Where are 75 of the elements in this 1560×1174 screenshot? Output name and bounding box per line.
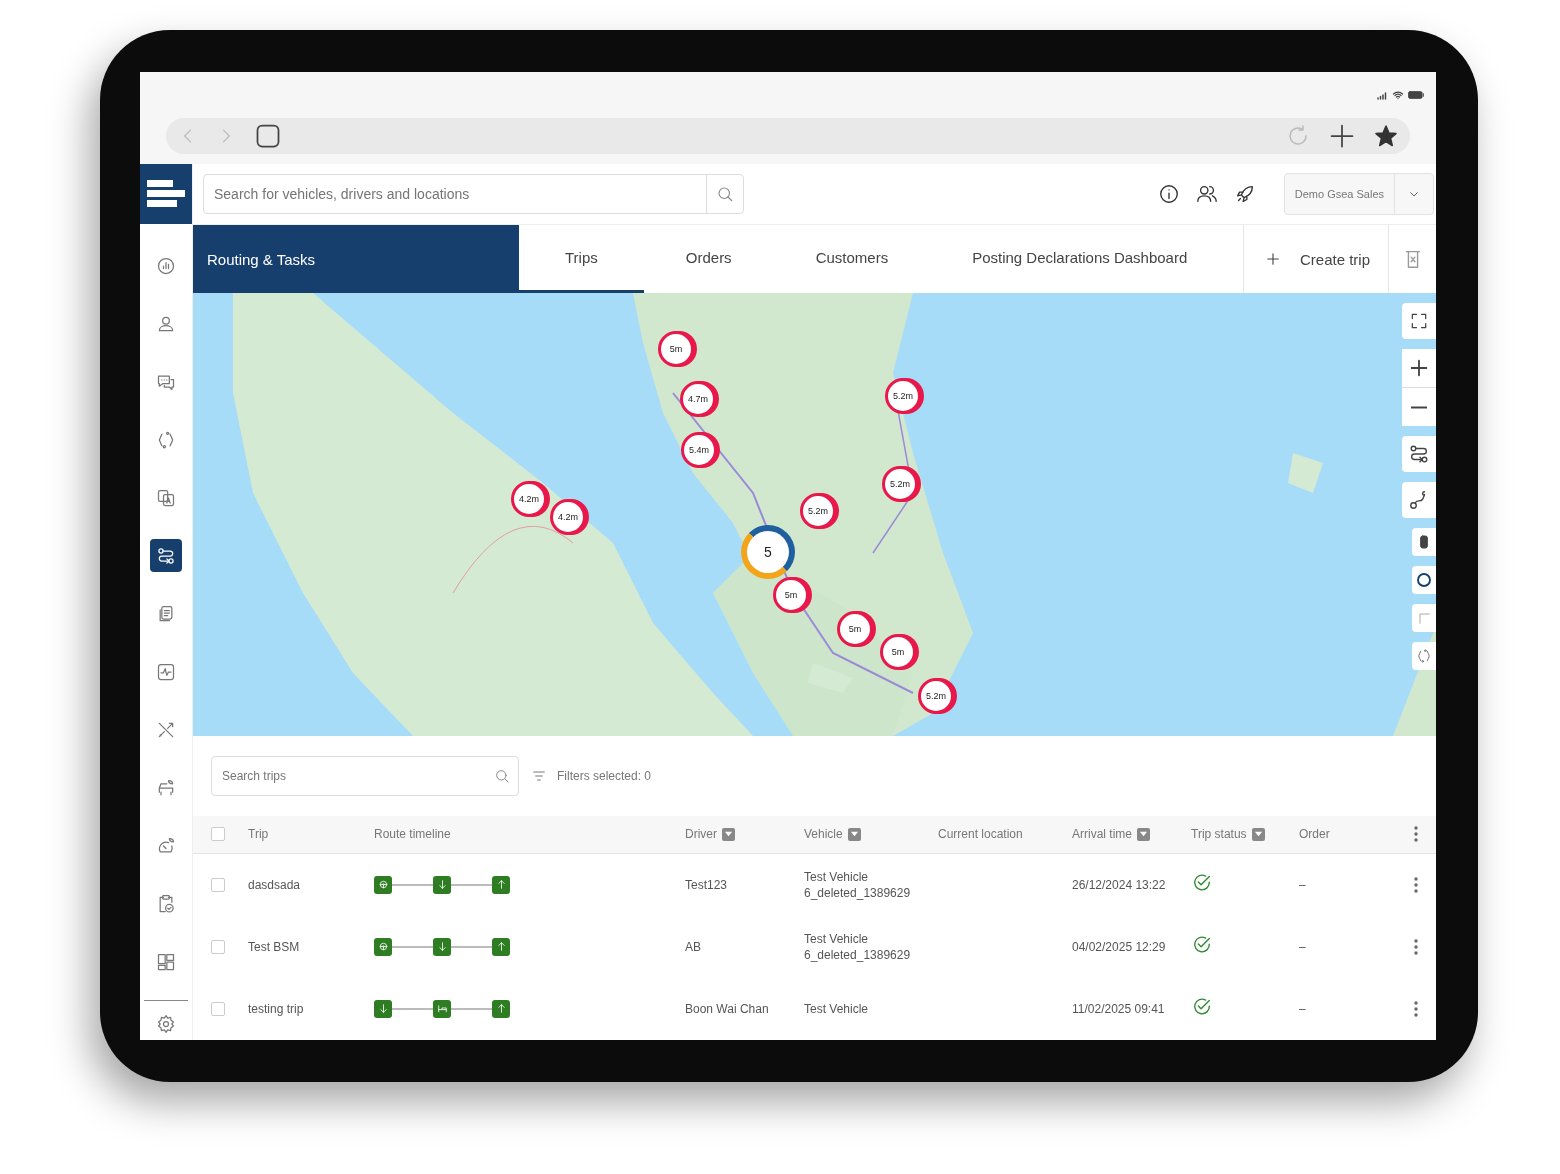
fullscreen-button[interactable] — [1402, 303, 1436, 339]
cycle-icon — [1416, 648, 1432, 664]
row-checkbox[interactable] — [211, 939, 225, 954]
route-start-button[interactable] — [1402, 482, 1436, 518]
speed-limit-button[interactable] — [1412, 566, 1436, 594]
table-cell-text: Boon Wai Chan — [685, 1001, 770, 1016]
dashboard-icon — [156, 951, 176, 972]
table-cell-text: 11/02/2025 09:41 — [1072, 1001, 1166, 1016]
search-icon — [716, 185, 734, 203]
plus-icon — [1328, 122, 1356, 150]
info-icon — [1157, 183, 1180, 205]
column-header: Driver — [685, 827, 717, 842]
route-button[interactable] — [1402, 436, 1436, 472]
table-cell-text: Test Vehicle — [804, 1000, 870, 1017]
table-cell-text: – — [1299, 939, 1307, 954]
tab[interactable]: Customers — [773, 225, 931, 293]
table-cell-text: Test Vehicle 6_deleted_1389629 — [804, 930, 912, 963]
filters-button[interactable]: Filters selected: 0 — [531, 768, 652, 784]
filter-icon[interactable] — [722, 827, 735, 841]
column-header: Order — [1299, 827, 1330, 842]
filter-icon — [531, 768, 547, 784]
table-cell-text: testing trip — [248, 1001, 305, 1016]
table-cell-text: – — [1299, 1001, 1307, 1016]
car-icon — [156, 777, 176, 798]
tabs-icon — [254, 122, 282, 150]
fullscreen-icon — [1409, 311, 1429, 331]
row-checkbox[interactable] — [211, 877, 225, 892]
column-header: Vehicle — [804, 827, 843, 842]
table-cell-text: Test BSM — [248, 939, 301, 954]
tab[interactable]: Orders — [643, 225, 774, 293]
column-header: Arrival time — [1072, 827, 1132, 842]
star-icon — [1374, 124, 1398, 148]
tab[interactable]: Posting Declarations Dashboard — [930, 225, 1230, 293]
wifi-icon — [1392, 89, 1404, 101]
cycle-icon — [156, 429, 176, 450]
table-cell-text: AB — [685, 939, 702, 954]
column-header: Trip — [248, 827, 269, 842]
search-field[interactable]: Search for vehicles, drivers and locations — [204, 186, 706, 202]
table-cell-text: Test Vehicle 6_deleted_1389629 — [804, 868, 912, 901]
minus-icon — [1410, 405, 1428, 409]
filter-icon[interactable] — [1251, 827, 1265, 841]
zoom-in-button[interactable] — [1402, 349, 1436, 387]
signal-icon — [1376, 89, 1388, 101]
search-icon — [494, 768, 510, 784]
column-header: Current location — [938, 827, 1023, 842]
route-icon — [1408, 443, 1430, 465]
plus-icon — [1408, 357, 1430, 379]
route-icon — [156, 545, 176, 566]
cycle-button[interactable] — [1412, 642, 1436, 670]
search-box[interactable]: Search for vehicles, drivers and locations — [203, 174, 744, 214]
logo-icon[interactable] — [140, 164, 192, 224]
filter-icon[interactable] — [847, 827, 861, 841]
chart-icon — [156, 255, 176, 276]
settings-icon — [156, 1013, 176, 1034]
documents-icon — [156, 487, 176, 508]
search-trips-field[interactable]: Search trips — [212, 769, 494, 783]
table-cell-text: – — [1299, 877, 1307, 892]
row-checkbox[interactable] — [211, 1001, 225, 1016]
corner-icon — [1416, 610, 1432, 626]
section-title: Routing & Tasks — [193, 225, 519, 293]
select-all-checkbox[interactable] — [211, 827, 225, 842]
table-cell-text: Test123 — [685, 877, 729, 892]
users-icon — [1195, 183, 1218, 205]
sidebar-item[interactable] — [150, 539, 182, 572]
table-cell-text: dasdsada — [248, 877, 302, 892]
table-cell-text: 26/12/2024 13:22 — [1072, 877, 1167, 892]
reload-icon — [1286, 124, 1310, 148]
column-header: Trip status — [1191, 827, 1247, 842]
search-trips-box[interactable]: Search trips — [211, 756, 519, 796]
speed-sign-icon — [1415, 571, 1433, 589]
traffic-button[interactable] — [1412, 528, 1436, 556]
filter-icon[interactable] — [1137, 827, 1150, 841]
table-cell-text: 04/02/2025 12:29 — [1072, 939, 1167, 954]
column-header: Route timeline — [374, 827, 451, 842]
activity-icon — [156, 661, 176, 682]
